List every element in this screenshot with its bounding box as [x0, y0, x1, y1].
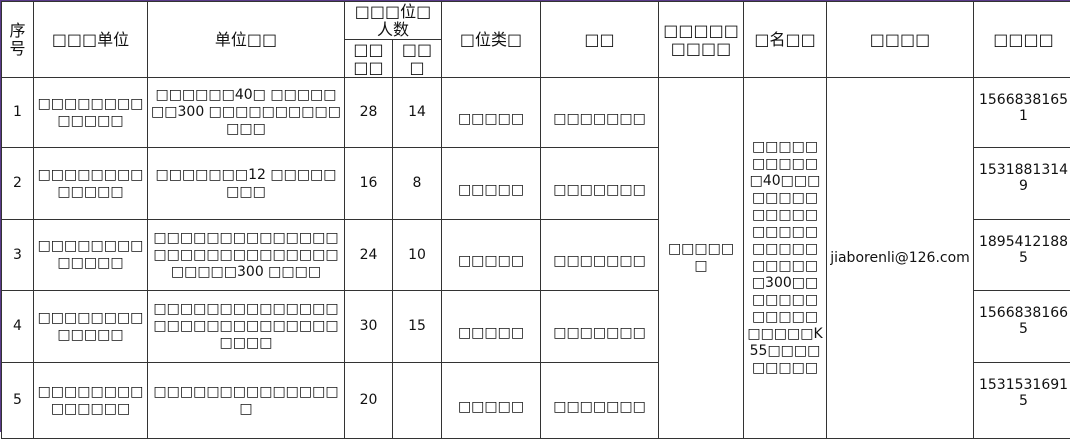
- cell-address-merged: □□□□□□□□□□□40□□□□□□□□□□□□□□□□□□□□□□□□□□□…: [744, 78, 827, 439]
- cell-seq: 4: [2, 291, 34, 363]
- cell-kind: □□□□□□□: [541, 220, 659, 291]
- cell-positions-a: 20: [345, 363, 393, 439]
- recruitment-table-frame: 序号 □□□单位 单位□□ □□□位□人数 □位类□ □□ □□□□□□□□□ …: [0, 0, 1070, 432]
- cell-phone: 15668381665: [974, 291, 1070, 363]
- header-positions-a: □□□□: [345, 40, 393, 78]
- cell-unit: □□□□□□□□□□□□□: [34, 78, 148, 148]
- cell-desc: □□□□□□□12 □□□□□□□□: [148, 148, 345, 220]
- header-positions-b: □□□: [393, 40, 442, 78]
- cell-desc: □□□□□□□□□□□□□□□: [148, 363, 345, 439]
- header-address: □名□□: [744, 2, 827, 78]
- cell-kind: □□□□□□□: [541, 363, 659, 439]
- header-positions-group: □□□位□人数: [345, 2, 442, 40]
- cell-phone: 18954121885: [974, 220, 1070, 291]
- header-seq: 序号: [2, 2, 34, 78]
- cell-seq: 3: [2, 220, 34, 291]
- cell-unit: □□□□□□□□□□□□□: [34, 291, 148, 363]
- cell-category: □□□□□: [442, 148, 541, 220]
- cell-email-merged: jiaborenli@126.com: [827, 78, 974, 439]
- cell-desc: □□□□□□□□□□□□□□□□□□□□□□□□□□□□□□□□□300 □□□…: [148, 220, 345, 291]
- cell-phone: 15315316915: [974, 363, 1070, 439]
- cell-positions-b: 10: [393, 220, 442, 291]
- header-phone: □□□□: [974, 2, 1070, 78]
- cell-kind: □□□□□□□: [541, 78, 659, 148]
- cell-category: □□□□□: [442, 220, 541, 291]
- cell-seq: 5: [2, 363, 34, 439]
- cell-positions-b: 14: [393, 78, 442, 148]
- cell-positions-b: 8: [393, 148, 442, 220]
- cell-kind: □□□□□□□: [541, 291, 659, 363]
- header-unit-name: □□□单位: [34, 2, 148, 78]
- recruitment-table: 序号 □□□单位 单位□□ □□□位□人数 □位类□ □□ □□□□□□□□□ …: [1, 1, 1070, 439]
- cell-positions-a: 28: [345, 78, 393, 148]
- header-unit-desc: 单位□□: [148, 2, 345, 78]
- cell-region-merged: □□□□□□: [659, 78, 744, 439]
- cell-seq: 2: [2, 148, 34, 220]
- cell-positions-a: 30: [345, 291, 393, 363]
- cell-seq: 1: [2, 78, 34, 148]
- cell-phone: 15318813149: [974, 148, 1070, 220]
- cell-positions-a: 16: [345, 148, 393, 220]
- header-kind: □□: [541, 2, 659, 78]
- cell-category: □□□□□: [442, 363, 541, 439]
- cell-desc: □□□□□□□□□□□□□□□□□□□□□□□□□□□□□□□□: [148, 291, 345, 363]
- cell-unit: □□□□□□□□□□□□□: [34, 220, 148, 291]
- cell-category: □□□□□: [442, 291, 541, 363]
- header-email: □□□□: [827, 2, 974, 78]
- cell-category: □□□□□: [442, 78, 541, 148]
- header-region: □□□□□□□□□: [659, 2, 744, 78]
- table-row: 1 □□□□□□□□□□□□□ □□□□□□40□ □□□□□□□300 □□□…: [2, 78, 1070, 148]
- cell-positions-a: 24: [345, 220, 393, 291]
- cell-positions-b: [393, 363, 442, 439]
- cell-positions-b: 15: [393, 291, 442, 363]
- cell-phone: 15668381651: [974, 78, 1070, 148]
- cell-kind: □□□□□□□: [541, 148, 659, 220]
- cell-unit: □□□□□□□□□□□□□□: [34, 363, 148, 439]
- cell-unit: □□□□□□□□□□□□□: [34, 148, 148, 220]
- header-category: □位类□: [442, 2, 541, 78]
- cell-desc: □□□□□□40□ □□□□□□□300 □□□□□□□□□□□□□: [148, 78, 345, 148]
